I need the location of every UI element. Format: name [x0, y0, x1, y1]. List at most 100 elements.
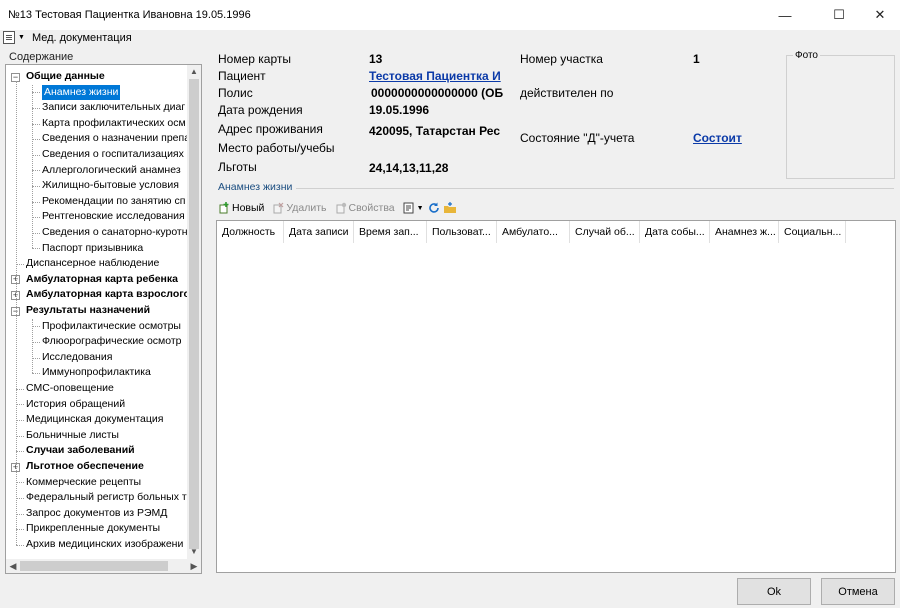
close-icon: ✕ [874, 7, 886, 22]
tree-node[interactable]: Диспансерное наблюдение [26, 256, 159, 272]
grid-column-header[interactable]: Пользоват... [427, 221, 497, 243]
district-label: Номер участка [520, 52, 603, 66]
address-label: Адрес проживания [218, 122, 323, 136]
tree-node[interactable]: Федеральный регистр больных т [26, 490, 187, 506]
tree-node[interactable]: Сведения о госпитализациях [42, 147, 184, 163]
benefits-value: 24,14,13,11,28 [369, 161, 449, 175]
benefits-label: Льготы [218, 160, 257, 174]
tree-node[interactable]: Сведения о назначении препа [42, 131, 189, 147]
grid-column-header[interactable]: Дата собы... [640, 221, 710, 243]
tree-node[interactable]: Флюорографические осмотр [42, 334, 182, 350]
refresh-button[interactable] [428, 202, 440, 214]
scroll-left-icon[interactable]: ◀ [6, 559, 20, 573]
tree-node[interactable]: Исследования [42, 350, 112, 366]
tree-node[interactable]: Аллергологический анамнез [42, 163, 181, 179]
tree-node[interactable]: Амбулаторная карта взрослого [26, 287, 189, 303]
tree-node[interactable]: Прикрепленные документы [26, 521, 160, 537]
tree-node[interactable]: СМС-оповещение [26, 381, 114, 397]
med-docs-menu[interactable]: ▼ Мед. документация [3, 31, 132, 44]
tree-connector [32, 217, 40, 219]
tree-node[interactable]: Результаты назначений [26, 303, 150, 319]
ok-button[interactable]: Ok [737, 578, 811, 605]
tree-node[interactable]: История обращений [26, 397, 125, 413]
menu-bar: ▼ Мед. документация [0, 30, 900, 48]
card-number-value: 13 [369, 52, 383, 66]
open-folder-button[interactable] [443, 202, 456, 214]
d-status-label: Состояние "Д"-учета [520, 131, 635, 145]
maximize-icon: ☐ [833, 7, 845, 22]
scroll-right-icon[interactable]: ▶ [187, 559, 201, 573]
tree-connector [16, 451, 24, 453]
minimize-button[interactable]: — [762, 0, 808, 30]
anamnesis-group-label: Анамнез жизни [218, 181, 293, 193]
grid-column-header[interactable]: Время зап... [354, 221, 427, 243]
tree-connector [32, 357, 40, 359]
tree-node[interactable]: Карта профилактических осм [42, 116, 186, 132]
contents-tree[interactable]: − Общие данные Анамнез жизни Записи заключи… [5, 64, 202, 574]
tree-node[interactable]: Медицинская документация [26, 412, 163, 428]
tree-node[interactable]: Амбулаторная карта ребенка [26, 272, 178, 288]
tree-connector [32, 170, 40, 172]
anamnesis-grid[interactable]: Должность Дата записи Время зап... Пользова… [216, 220, 896, 573]
new-record-icon [219, 202, 229, 214]
grid-column-header[interactable]: Должность [217, 221, 284, 243]
grid-column-header[interactable]: Анамнез ж... [710, 221, 779, 243]
tree-node[interactable]: Профилактические осмотры [42, 319, 181, 335]
tree-connector [32, 232, 40, 234]
grid-column-header[interactable]: Случай об... [570, 221, 640, 243]
tree-node[interactable]: Случаи заболеваний [26, 443, 135, 459]
properties-button[interactable]: Свойства [335, 202, 395, 214]
scroll-thumb[interactable] [189, 79, 199, 549]
hscroll-thumb[interactable] [20, 561, 168, 571]
grid-column-header[interactable]: Социальн... [779, 221, 846, 243]
tree-node[interactable]: Рекомендации по занятию сп [42, 194, 185, 210]
scroll-up-icon[interactable]: ▲ [187, 65, 201, 79]
tree-connector [16, 498, 24, 499]
properties-icon [336, 202, 346, 214]
tree-connector [16, 544, 24, 546]
tree-node[interactable]: Запрос документов из РЭМД [26, 506, 167, 522]
close-button[interactable]: ✕ [857, 0, 900, 30]
tree-connector [16, 404, 24, 406]
print-dropdown-button[interactable]: ▼ [403, 202, 424, 214]
tree-horizontal-scrollbar[interactable]: ◀ ▶ [6, 559, 201, 573]
tree-node[interactable]: Больничные листы [26, 428, 119, 444]
patient-label: Пациент [218, 69, 266, 83]
tree-node[interactable]: Рентгеновские исследования [42, 209, 185, 225]
tree-node[interactable]: Архив медицинских изображени [26, 537, 183, 553]
d-status-link[interactable]: Состоит [693, 131, 742, 145]
photo-frame: Фото [786, 50, 895, 179]
tree-node-selected[interactable]: Анамнез жизни [42, 84, 121, 101]
maximize-button[interactable]: ☐ [816, 0, 862, 30]
work-label: Место работы/учебы [218, 141, 335, 155]
document-icon [3, 31, 15, 44]
report-icon [403, 202, 414, 214]
grid-column-header[interactable]: Дата записи [284, 221, 354, 243]
tree-node[interactable]: Коммерческие рецепты [26, 475, 141, 491]
delete-button[interactable]: Удалить [272, 202, 327, 214]
address-value: 420095, Татарстан Рес [369, 124, 500, 138]
patient-link[interactable]: Тестовая Пациентка И [369, 69, 515, 83]
tree-vertical-scrollbar[interactable]: ▲ ▼ [187, 65, 201, 559]
tree-node[interactable]: Льготное обеспечение [26, 459, 144, 475]
tree-node[interactable]: Паспорт призывника [42, 241, 143, 257]
tree-node[interactable]: Иммунопрофилактика [42, 365, 151, 381]
policy-valid-label: действителен по [520, 86, 614, 100]
properties-label: Свойства [348, 202, 395, 214]
tree-connector [32, 139, 40, 141]
new-button[interactable]: Новый [218, 202, 264, 214]
tree-node[interactable]: Записи заключительных диаг [42, 100, 185, 116]
tree-connector [32, 108, 40, 109]
tree-connector [32, 123, 40, 125]
tree-node[interactable]: Общие данные [26, 69, 105, 85]
tree-connector [16, 420, 24, 421]
tree-node[interactable]: Жилищно-бытовые условия [42, 178, 179, 194]
scroll-down-icon[interactable]: ▼ [187, 545, 201, 559]
photo-label: Фото [793, 50, 820, 61]
district-value: 1 [693, 52, 700, 66]
tree-node[interactable]: Сведения о санаторно-куротн [42, 225, 188, 241]
grid-column-header[interactable]: Амбулато... [497, 221, 570, 243]
tree-connector [32, 186, 40, 187]
cancel-button[interactable]: Отмена [821, 578, 895, 605]
tree-guide-line [16, 81, 17, 545]
